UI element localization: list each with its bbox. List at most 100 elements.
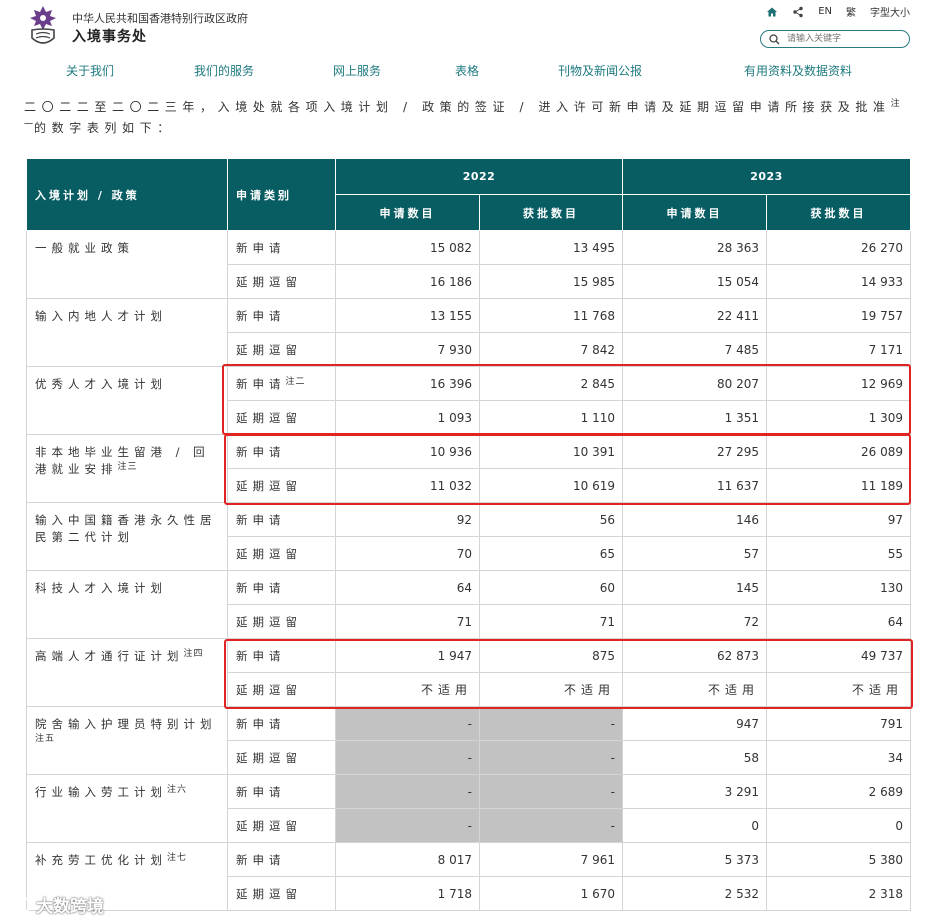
- value-approved-2023: 791: [766, 706, 911, 741]
- site-search: [760, 30, 910, 48]
- nav-online-services[interactable]: 网上服务: [333, 62, 381, 79]
- site-header: 中华人民共和国香港特别行政区政府 入境事务处 EN 繁 字型大小: [0, 0, 934, 56]
- category-label: 延期逗留: [236, 886, 302, 901]
- table-row: 输入中国籍香港永久性居民第二代计划 新申请 92 56 146 97: [26, 502, 911, 571]
- nav-forms[interactable]: 表格: [455, 62, 479, 79]
- category-extension-of-stay: 延期逗留: [227, 876, 336, 911]
- value-applied-2022: 1 718: [335, 876, 480, 911]
- category-new-application: 新申请: [227, 502, 336, 537]
- home-icon[interactable]: [766, 6, 778, 18]
- category-label: 新申请: [236, 784, 286, 799]
- value-applied-2023: 7 485: [622, 332, 767, 367]
- header-scheme: 入境计划 / 政策: [26, 158, 228, 231]
- category-new-application: 新申请: [227, 638, 336, 673]
- scheme-name: 一般就业政策: [35, 241, 134, 255]
- value-applied-2022: 10 936: [335, 434, 480, 469]
- value-applied-2023: 3 291: [622, 774, 767, 809]
- value-approved-2023: 不适用: [766, 672, 911, 707]
- category-label: 新申请: [236, 648, 286, 663]
- nav-publications-press[interactable]: 刊物及新闻公报: [558, 62, 642, 79]
- scheme-name-cell: 科技人才入境计划: [26, 570, 228, 639]
- scheme-name-cell: 非本地毕业生留港 / 回港就业安排注三: [26, 434, 228, 503]
- value-applied-2022: -: [335, 808, 480, 843]
- value-approved-2022: 1 110: [479, 400, 623, 435]
- category-label: 延期逗留: [236, 342, 302, 357]
- footnote-ref[interactable]: 注四: [184, 649, 204, 659]
- department-name[interactable]: 入境事务处: [72, 26, 147, 46]
- value-applied-2022: 7 930: [335, 332, 480, 367]
- scheme-name: 高端人才通行证计划: [35, 649, 184, 663]
- hksar-emblem-icon[interactable]: [24, 4, 62, 50]
- scheme-name-cell: 行业输入劳工计划注六: [26, 774, 228, 843]
- category-label: 延期逗留: [236, 682, 302, 697]
- value-applied-2023: 2 532: [622, 876, 767, 911]
- scheme-name: 行业输入劳工计划: [35, 785, 167, 799]
- value-approved-2023: 97: [766, 502, 911, 537]
- value-approved-2022: -: [479, 740, 623, 775]
- value-approved-2022: 不适用: [479, 672, 623, 707]
- value-approved-2022: -: [479, 706, 623, 741]
- value-approved-2022: 15 985: [479, 264, 623, 299]
- value-applied-2023: 27 295: [622, 434, 767, 469]
- value-applied-2023: 146: [622, 502, 767, 537]
- table-row: 优秀人才入境计划 新申请注二 16 396 2 845 80 207 12 969: [26, 366, 911, 435]
- value-approved-2023: 0: [766, 808, 911, 843]
- value-approved-2023: 55: [766, 536, 911, 571]
- category-label: 新申请: [236, 444, 286, 459]
- category-new-application: 新申请: [227, 230, 336, 265]
- value-applied-2023: 145: [622, 570, 767, 605]
- value-approved-2023: 14 933: [766, 264, 911, 299]
- value-applied-2022: 15 082: [335, 230, 480, 265]
- footnote-ref[interactable]: 注五: [35, 734, 55, 744]
- category-new-application: 新申请: [227, 434, 336, 469]
- scheme-name-cell: 院舍输入护理员特别计划注五: [26, 706, 228, 775]
- value-applied-2022: 11 032: [335, 468, 480, 503]
- category-label: 延期逗留: [236, 546, 302, 561]
- category-label: 新申请: [236, 512, 286, 527]
- header-year-2022: 2022: [335, 158, 623, 195]
- value-approved-2022: 1 670: [479, 876, 623, 911]
- scheme-name: 输入中国籍香港永久性居民第二代计划: [35, 513, 217, 544]
- scheme-name: 科技人才入境计划: [35, 581, 167, 595]
- header-category: 申请类别: [227, 158, 336, 231]
- share-icon[interactable]: [792, 6, 804, 18]
- value-applied-2022: 13 155: [335, 298, 480, 333]
- footnote-ref[interactable]: 注二: [286, 377, 306, 387]
- category-new-application: 新申请: [227, 298, 336, 333]
- language-en-link[interactable]: EN: [818, 6, 832, 17]
- search-icon[interactable]: [769, 34, 780, 45]
- table-row: 科技人才入境计划 新申请 64 60 145 130: [26, 570, 911, 639]
- footnote-ref[interactable]: 注六: [167, 785, 187, 795]
- footnote-ref[interactable]: 注三: [118, 462, 138, 472]
- value-applied-2022: 1 947: [335, 638, 480, 673]
- nav-about-us[interactable]: 关于我们: [66, 62, 114, 79]
- value-approved-2022: -: [479, 774, 623, 809]
- value-applied-2022: -: [335, 774, 480, 809]
- category-label: 新申请: [236, 580, 286, 595]
- category-new-application: 新申请注二: [227, 366, 336, 401]
- search-input[interactable]: [787, 32, 905, 46]
- value-approved-2022: 71: [479, 604, 623, 639]
- value-applied-2023: 0: [622, 808, 767, 843]
- value-approved-2023: 64: [766, 604, 911, 639]
- value-applied-2022: -: [335, 740, 480, 775]
- category-label: 延期逗留: [236, 478, 302, 493]
- category-label: 延期逗留: [236, 410, 302, 425]
- value-applied-2022: 不适用: [335, 672, 480, 707]
- table-row: 一般就业政策 新申请 15 082 13 495 28 363 26 270: [26, 230, 911, 299]
- table-row: 非本地毕业生留港 / 回港就业安排注三 新申请 10 936 10 391 27 295…: [26, 434, 911, 503]
- value-approved-2023: 34: [766, 740, 911, 775]
- category-label: 新申请: [236, 376, 286, 391]
- value-approved-2023: 1 309: [766, 400, 911, 435]
- footnote-ref[interactable]: 注七: [167, 853, 187, 863]
- intro-paragraph: 二〇二二至二〇二三年，入境处就各项入境计划 / 政策的签证 / 进入许可新申请及…: [24, 99, 901, 135]
- header-approved-2023: 获批数目: [766, 194, 911, 231]
- nav-our-services[interactable]: 我们的服务: [194, 62, 254, 79]
- table-row: 行业输入劳工计划注六 新申请 - -3 291 2 689: [26, 774, 911, 843]
- nav-useful-info-statistics[interactable]: 有用资料及数据资料: [744, 62, 852, 79]
- table-row: 输入内地人才计划 新申请 13 155 11 768 22 411 19 757: [26, 298, 911, 367]
- value-applied-2023: 72: [622, 604, 767, 639]
- font-size-link[interactable]: 字型大小: [870, 4, 910, 19]
- value-approved-2023: 2 689: [766, 774, 911, 809]
- language-tc-link[interactable]: 繁: [846, 4, 856, 19]
